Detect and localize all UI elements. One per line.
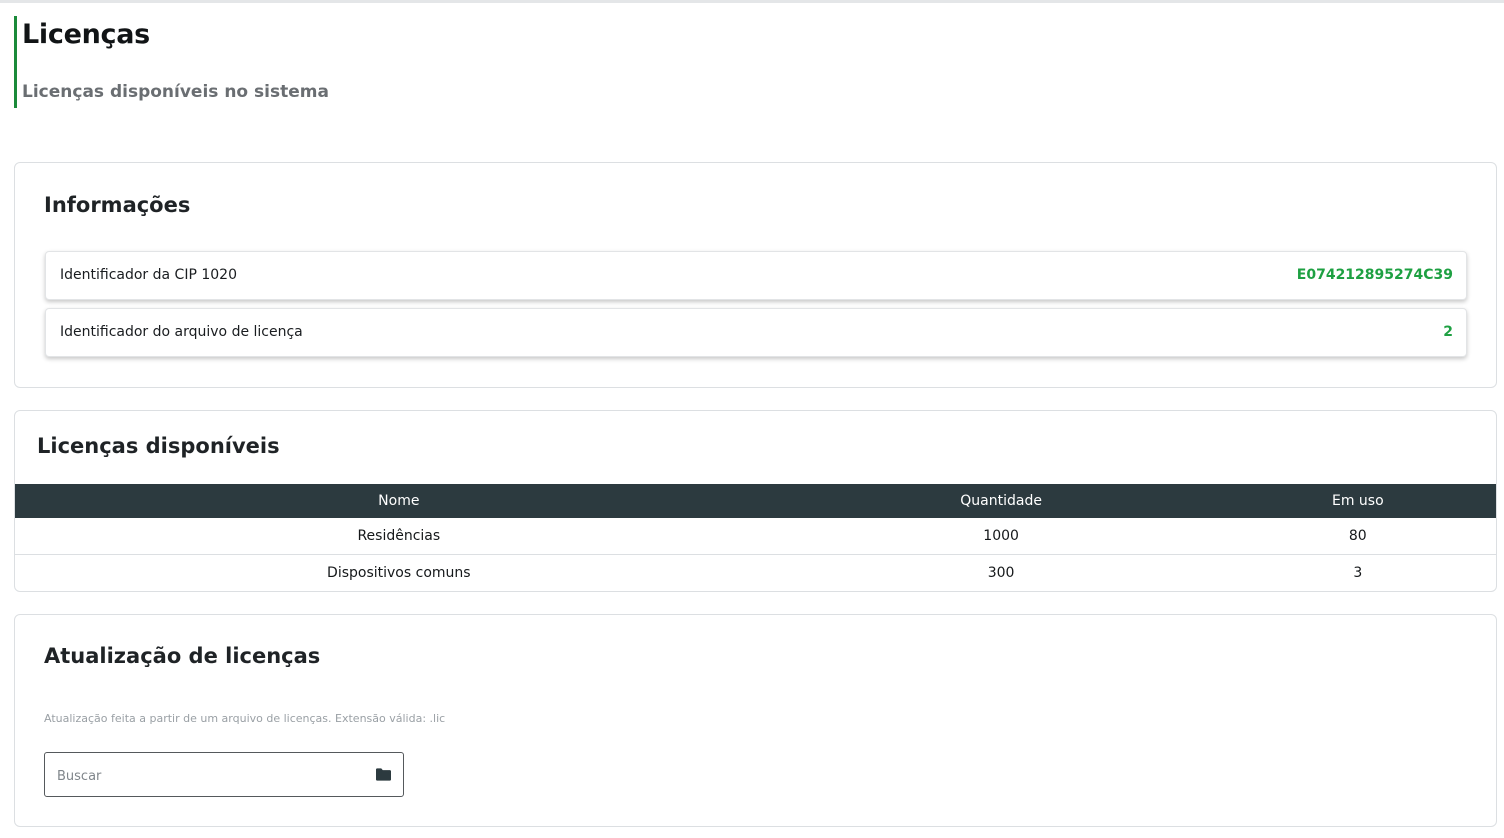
table-cell-nome: Residências (15, 518, 783, 555)
info-card-title: Informações (44, 193, 191, 217)
column-header-nome: Nome (15, 484, 783, 518)
table-cell-quantidade: 300 (987, 565, 1015, 581)
info-row-cip-id: Identificador da CIP 1020 E074212895274C… (45, 251, 1467, 300)
update-hint: Atualização feita a partir de um arquivo… (44, 712, 446, 725)
info-row-label: Identificador da CIP 1020 (60, 267, 237, 283)
page-title: Licenças (22, 19, 150, 50)
table-cell-quantidade: 1000 (782, 518, 1220, 555)
page-subtitle: Licenças disponíveis no sistema (22, 82, 329, 102)
table-row: Dispositivos comuns 300 3 (15, 555, 1496, 592)
licenses-card: Licenças disponíveis Nome Quantidade Em … (14, 410, 1497, 592)
info-row-label: Identificador do arquivo de licença (60, 324, 303, 340)
table-cell-em-uso: 3 (1353, 565, 1363, 581)
table-row: Residências 1000 80 (15, 518, 1496, 555)
info-row-license-file-id: Identificador do arquivo de licença 2 (45, 308, 1467, 357)
info-row-value: E074212895274C39 (1296, 267, 1453, 283)
info-card: Informações Identificador da CIP 1020 E0… (14, 162, 1497, 388)
table-cell-nome: Dispositivos comuns (327, 565, 471, 581)
top-divider (0, 0, 1504, 3)
table-cell-em-uso: 80 (1219, 518, 1496, 555)
column-header-quantidade: Quantidade (782, 484, 1220, 518)
folder-icon[interactable] (376, 768, 391, 781)
file-search-input[interactable] (55, 763, 359, 789)
update-card: Atualização de licenças Atualização feit… (14, 614, 1497, 827)
file-search-field[interactable] (44, 752, 404, 797)
table-header-row: Nome Quantidade Em uso (15, 484, 1496, 518)
licenses-table: Nome Quantidade Em uso Residências 1000 … (15, 484, 1496, 591)
column-header-em-uso: Em uso (1219, 484, 1496, 518)
info-row-value: 2 (1443, 324, 1453, 340)
licenses-card-title: Licenças disponíveis (37, 434, 280, 458)
page-header: Licenças Licenças disponíveis no sistema (14, 16, 614, 108)
update-card-title: Atualização de licenças (44, 644, 321, 668)
